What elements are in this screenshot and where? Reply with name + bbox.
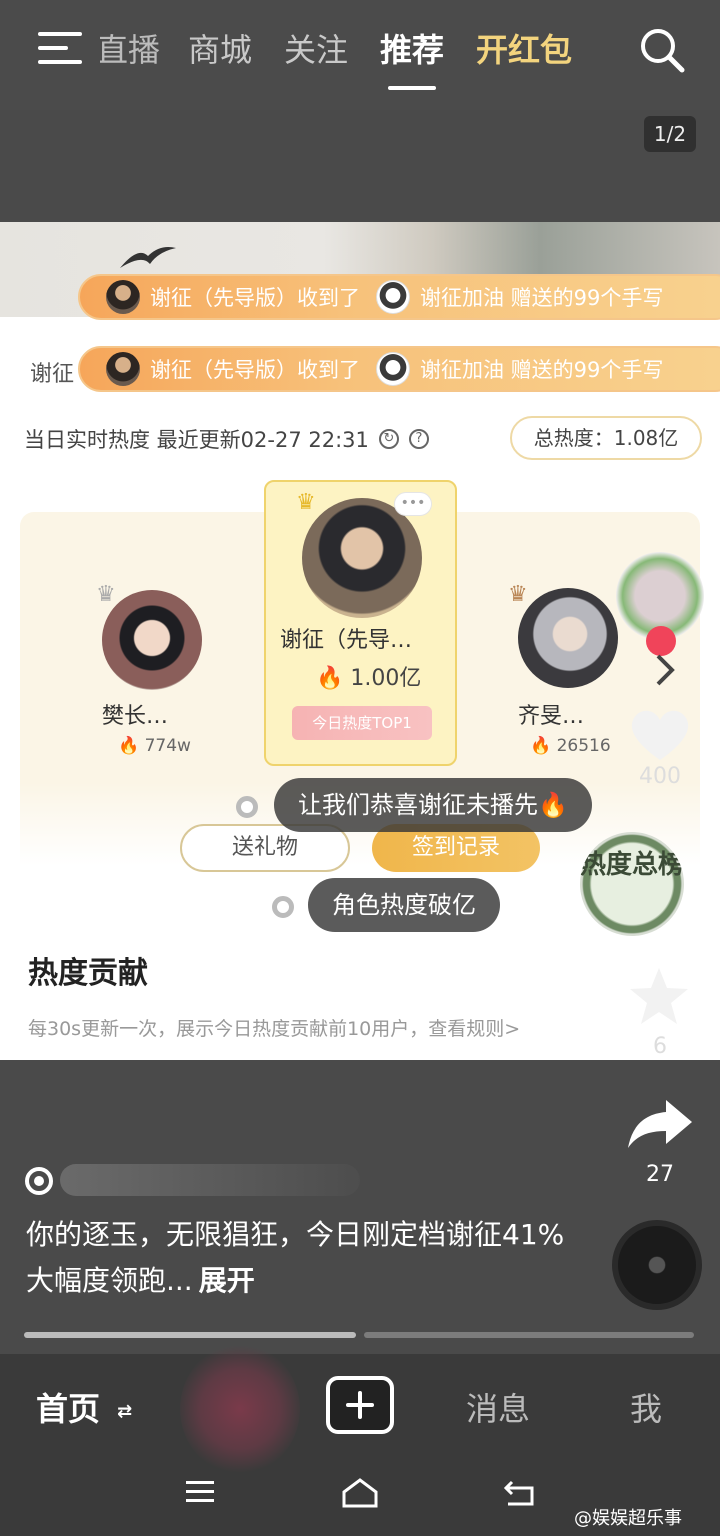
redacted-blob bbox=[180, 1344, 300, 1474]
share-count: 27 bbox=[646, 1162, 674, 1187]
rank-second-heat: 🔥 774w bbox=[118, 736, 191, 756]
more-options-button[interactable]: ••• bbox=[394, 492, 432, 516]
crown-gold-icon: ♛ bbox=[296, 490, 316, 515]
fire-icon: 🔥 bbox=[316, 666, 344, 691]
rank-first-card[interactable]: ♛ ••• 谢征（先导… 🔥 1.00亿 今日热度TOP1 bbox=[264, 480, 457, 766]
contribution-rules-link[interactable]: 每30s更新一次，展示今日热度贡献前10用户，查看规则> bbox=[28, 1014, 520, 1041]
top-tabs: 直播 商城 关注 推荐 开红包 bbox=[100, 28, 604, 90]
like-heart-icon[interactable] bbox=[626, 704, 694, 764]
progress-segment-watched[interactable] bbox=[24, 1332, 356, 1338]
create-post-button[interactable] bbox=[326, 1376, 394, 1434]
bullet-ring-icon bbox=[272, 896, 294, 918]
music-disc-icon[interactable] bbox=[612, 1220, 702, 1310]
bullet-ring-icon bbox=[236, 796, 258, 818]
at-icon bbox=[25, 1167, 53, 1195]
bird-icon bbox=[120, 247, 176, 268]
ticker-avatar bbox=[106, 280, 140, 314]
rank-first-heat: 🔥 1.00亿 bbox=[316, 666, 422, 691]
fire-icon: 🔥 bbox=[530, 736, 552, 756]
ticker-avatar bbox=[106, 352, 140, 386]
search-icon[interactable] bbox=[638, 26, 686, 74]
gift-ticker: 谢征（先导版）收到了 谢征加油 赠送的99个手写 bbox=[78, 274, 720, 320]
switch-icon[interactable]: ⇄ bbox=[117, 1401, 132, 1422]
tab-live[interactable]: 直播 bbox=[100, 28, 160, 78]
realtime-heat-row: 当日实时热度 最近更新02-27 22:31 ↻ ? bbox=[24, 424, 429, 454]
top-nav-bar: 直播 商城 关注 推荐 开红包 bbox=[0, 0, 720, 110]
refresh-icon[interactable]: ↻ bbox=[378, 429, 399, 449]
rank-third-heat: 🔥 26516 bbox=[530, 736, 611, 756]
nav-messages[interactable]: 消息 bbox=[466, 1384, 530, 1430]
progress-segment-remaining[interactable] bbox=[364, 1332, 694, 1338]
share-icon[interactable] bbox=[626, 1096, 694, 1152]
avatar[interactable] bbox=[518, 588, 618, 688]
avatar[interactable] bbox=[102, 590, 202, 690]
ticker-prefix: 谢征 bbox=[30, 362, 75, 387]
crown-bronze-icon: ♛ bbox=[508, 582, 528, 607]
tab-recommend[interactable]: 推荐 bbox=[380, 28, 444, 90]
chevron-right-icon[interactable] bbox=[650, 650, 680, 690]
nav-me[interactable]: 我 bbox=[630, 1384, 662, 1430]
crown-silver-icon: ♛ bbox=[96, 582, 116, 607]
caption-text: 你的逐玉，无限猖狂，今日刚定档谢征41%大幅度领跑... bbox=[26, 1218, 565, 1297]
menu-icon[interactable] bbox=[38, 30, 82, 66]
danmaku-bullet: 角色热度破亿 bbox=[308, 878, 500, 932]
ticker-sender-avatar bbox=[376, 280, 410, 314]
gift-ticker: 谢征（先导版）收到了 谢征加油 赠送的99个手写 bbox=[78, 346, 720, 392]
video-caption[interactable]: 你的逐玉，无限猖狂，今日刚定档谢征41%大幅度领跑... 展开 bbox=[26, 1212, 586, 1304]
watermark: @娱娱超乐事 bbox=[574, 1508, 682, 1529]
hot-list-badge[interactable]: 热度总榜 bbox=[580, 832, 684, 936]
content-card[interactable]: 谢征（先导版）收到了 谢征加油 赠送的99个手写 谢征 谢征（先导版）收到了 谢… bbox=[0, 222, 720, 1060]
system-home-icon[interactable] bbox=[340, 1476, 380, 1508]
rank-third-name: 齐旻… bbox=[518, 704, 585, 729]
rank-second-name: 樊长… bbox=[102, 704, 169, 729]
nav-home[interactable]: 首页 ⇄ bbox=[36, 1384, 132, 1430]
fire-icon: 🔥 bbox=[118, 736, 140, 756]
total-heat-badge[interactable]: 总热度：1.08亿 bbox=[510, 416, 702, 460]
tab-red-packet[interactable]: 开红包 bbox=[476, 28, 572, 78]
top1-tag: 今日热度TOP1 bbox=[292, 706, 432, 740]
favorite-count: 6 bbox=[653, 1034, 667, 1059]
danmaku-bullet: 让我们恭喜谢征未播先🔥 bbox=[274, 778, 592, 832]
avatar[interactable] bbox=[302, 498, 422, 618]
tab-following[interactable]: 关注 bbox=[284, 28, 348, 78]
contribution-title: 热度贡献 bbox=[28, 956, 148, 991]
rank-first-name: 谢征（先导… bbox=[280, 628, 413, 653]
author-name-redacted[interactable] bbox=[24, 1160, 360, 1200]
like-count: 400 bbox=[639, 764, 681, 789]
help-icon[interactable]: ? bbox=[408, 429, 429, 449]
system-back-icon[interactable] bbox=[502, 1476, 538, 1508]
ticker-sender-avatar bbox=[376, 352, 410, 386]
page-counter: 1/2 bbox=[644, 116, 696, 152]
expand-link[interactable]: 展开 bbox=[199, 1264, 255, 1297]
tab-mall[interactable]: 商城 bbox=[188, 28, 252, 78]
system-menu-icon[interactable] bbox=[184, 1476, 216, 1508]
favorite-star-icon[interactable] bbox=[626, 964, 692, 1030]
